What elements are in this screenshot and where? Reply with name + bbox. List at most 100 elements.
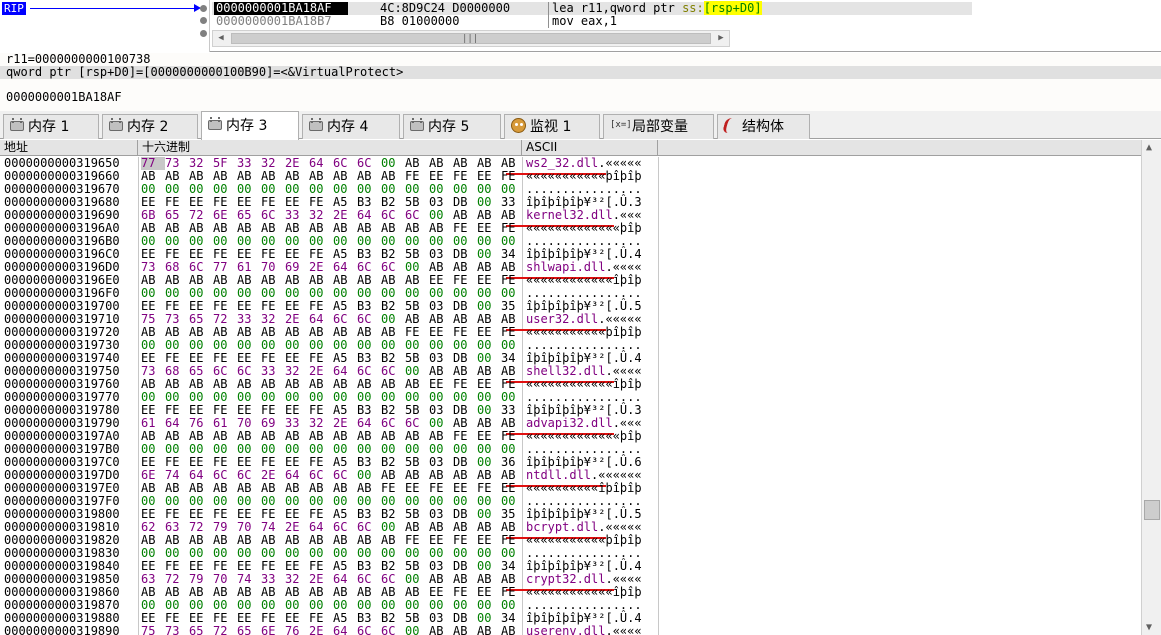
tab-label: 内存 1 [28, 119, 70, 135]
ascii-string: advapi32.dll [526, 416, 613, 430]
hex-byte[interactable]: 65 [237, 625, 261, 635]
dump-header: 地址 十六进制 ASCII [0, 140, 1141, 156]
ascii-rest: .«««« [605, 624, 642, 635]
scroll-down-icon[interactable]: ▼ [1146, 622, 1152, 633]
ascii-string: user32.dll [526, 312, 599, 326]
hex-byte[interactable]: AB [453, 625, 477, 635]
scrollbar-thumb[interactable] [1144, 500, 1160, 520]
ascii-string: kernel32.dll [526, 208, 613, 222]
watch-icon [511, 118, 526, 133]
disasm-separator [548, 15, 549, 28]
column-header-address[interactable]: 地址 [0, 140, 138, 156]
ascii-rest: .«««««« [591, 468, 642, 482]
column-header-ascii[interactable]: ASCII [522, 140, 658, 156]
scrollbar-grip: ||| [462, 34, 479, 44]
hex-byte[interactable]: 73 [165, 625, 189, 635]
ascii-rest: .«««« [605, 572, 642, 586]
tab-locals[interactable]: [x=]局部变量 [603, 114, 714, 139]
rip-label: RIP [2, 2, 26, 15]
breakpoint-dot-icon[interactable] [200, 30, 207, 37]
hex-byte[interactable]: AB [429, 625, 453, 635]
struct-icon [721, 118, 741, 133]
disasm-separator [548, 2, 549, 15]
ascii-rest: .«««« [605, 260, 642, 274]
column-header-hex[interactable]: 十六进制 [138, 140, 522, 156]
ascii-string: crypt32.dll [526, 572, 606, 586]
scrollbar-thumb[interactable]: ||| [231, 33, 711, 44]
hex-byte[interactable]: AB [477, 625, 501, 635]
table-row[interactable]: 0000000000319890 75 73 65 72 65 6E 76 2E 64 6C 6C 00… [0, 625, 1141, 635]
ascii-string: shlwapi.dll [526, 260, 606, 274]
tab-label: 内存 4 [327, 119, 369, 135]
hex-byte[interactable]: 6C [381, 625, 405, 635]
scroll-left-icon[interactable]: ◀ [215, 33, 227, 44]
tab-memory-2[interactable]: 内存 2 [102, 114, 198, 139]
ascii-string: bcrypt.dll [526, 520, 599, 534]
disasm-operands: eax,1 [573, 14, 618, 28]
tab-label: 内存 2 [127, 119, 169, 135]
tab-label: 局部变量 [632, 119, 688, 135]
memory-chip-icon [309, 117, 323, 131]
row-hex-bytes: 75 73 65 72 65 6E 76 2E 64 6C 6C 00 AB AB AB AB [141, 625, 521, 635]
ascii-rest: .««««« [598, 520, 642, 534]
disasm-memory-operand: [rsp+D0] [703, 1, 762, 15]
memory-chip-icon [410, 117, 424, 131]
tab-struct[interactable]: 结构体 [717, 114, 810, 139]
tab-memory-5[interactable]: 内存 5 [403, 114, 501, 139]
hex-byte[interactable]: 64 [333, 625, 357, 635]
dump-rows[interactable]: 0000000000319650 77 73 32 5F 33 32 2E 64 6C 6C 00 AB… [0, 157, 1141, 635]
info-operand-value: qword ptr [rsp+D0]=[0000000000100B90]=<&… [0, 66, 1161, 79]
disasm-bytes: B8 01000000 [380, 14, 460, 28]
tab-memory-3[interactable]: 内存 3 [201, 111, 299, 140]
rip-gutter: RIP [0, 0, 210, 52]
hex-byte[interactable]: 6E [261, 625, 285, 635]
disassembly-view[interactable]: RIP 0000000001BA18AF 4C:8D9C24 D0000000 … [0, 0, 1161, 52]
breakpoint-dot-icon[interactable] [200, 17, 207, 24]
memory-dump-view[interactable]: 地址 十六进制 ASCII 0000000000319650 77 73 32 5F 33… [0, 140, 1161, 635]
tab-label: 结构体 [742, 119, 784, 135]
ascii-rest: .«««« [605, 364, 642, 378]
row-address: 0000000000319890 [4, 624, 120, 635]
info-address: 0000000001BA18AF [6, 90, 122, 104]
memory-chip-icon [208, 116, 222, 130]
breakpoint-dot-icon[interactable] [200, 5, 207, 12]
locals-icon: [x=] [610, 120, 632, 130]
vertical-scrollbar[interactable]: ▲ ▼ [1141, 140, 1161, 635]
disasm-mnemonic: mov [552, 14, 574, 28]
hex-byte[interactable]: AB [501, 625, 525, 635]
disasm-instruction: mov eax,1 [552, 15, 617, 28]
ascii-rest: .««« [612, 208, 642, 222]
disasm-segment: ss: [682, 1, 704, 15]
row-ascii: userenv.dll.«««« [526, 625, 658, 635]
tab-watch-1[interactable]: 监视 1 [504, 114, 600, 139]
disasm-mnemonic: lea [552, 1, 574, 15]
memory-chip-icon [10, 117, 24, 131]
tab-label: 内存 5 [428, 119, 470, 135]
info-panel: r11=0000000000100738 qword ptr [rsp+D0]=… [0, 53, 1161, 111]
hex-byte[interactable]: 72 [213, 625, 237, 635]
ascii-string: userenv.dll [526, 624, 606, 635]
memory-chip-icon [109, 117, 123, 131]
scroll-right-icon[interactable]: ▶ [715, 33, 727, 44]
hex-byte[interactable]: 00 [405, 625, 429, 635]
disasm-address: 0000000001BA18B7 [216, 14, 332, 28]
hex-byte[interactable]: 65 [189, 625, 213, 635]
disasm-row[interactable]: 0000000001BA18B7 B8 01000000 mov eax,1 [212, 15, 972, 28]
ascii-rest: .««« [612, 416, 642, 430]
scroll-up-icon[interactable]: ▲ [1146, 142, 1152, 153]
disasm-operands: r11,qword ptr [573, 1, 683, 15]
tab-memory-1[interactable]: 内存 1 [3, 114, 99, 139]
hex-byte[interactable]: 76 [285, 625, 309, 635]
ascii-rest: .««««« [598, 312, 642, 326]
tab-label: 监视 1 [530, 119, 572, 135]
column-header-empty [658, 140, 1141, 156]
rip-arrow-line [30, 8, 196, 9]
hex-byte[interactable]: 2E [309, 625, 333, 635]
tab-memory-4[interactable]: 内存 4 [302, 114, 400, 139]
horizontal-scrollbar[interactable]: ◀ ||| ▶ [212, 30, 730, 47]
dump-tab-bar: 内存 1 内存 2 内存 3 内存 4 内存 5 监视 1 [x=]局部变量 结… [0, 111, 1161, 140]
ascii-string: shell32.dll [526, 364, 606, 378]
ascii-string: ntdll.dll [526, 468, 592, 482]
hex-byte[interactable]: 6C [357, 625, 381, 635]
hex-byte[interactable]: 75 [141, 625, 165, 635]
